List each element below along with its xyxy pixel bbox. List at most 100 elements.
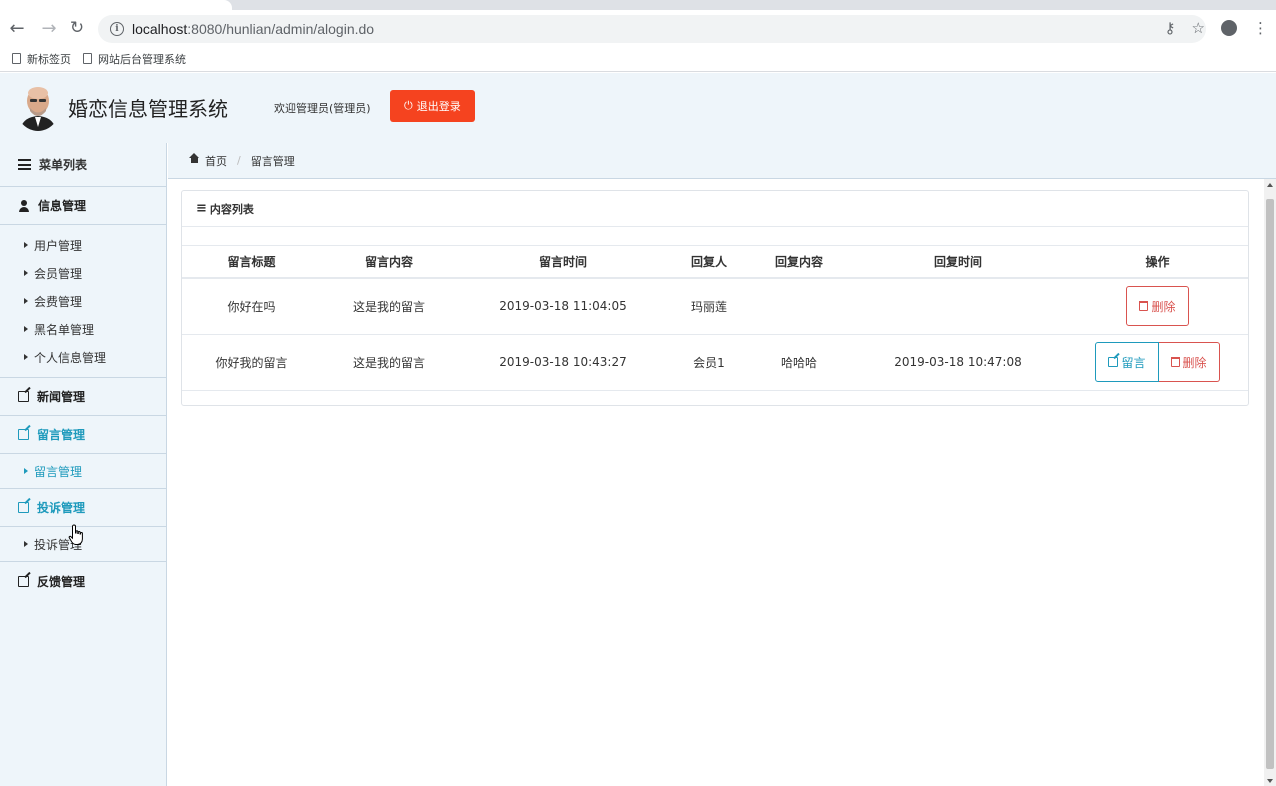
menu-lines-icon: ≡	[196, 201, 207, 216]
caret-right-icon	[24, 270, 28, 276]
group-label: 投诉管理	[37, 501, 86, 515]
url-text: localhost:8080/hunlian/admin/alogin.do	[132, 21, 374, 37]
content-panel: ≡ 内容列表 留言标题 留言内容 留言时间 回复人 回复内容 回复时间 操作 你…	[181, 190, 1249, 406]
caret-right-icon	[24, 326, 28, 332]
delete-button[interactable]: 删除	[1126, 286, 1189, 327]
caret-right-icon	[24, 298, 28, 304]
reply-button[interactable]: 留言	[1095, 342, 1159, 382]
bookmark-label: 网站后台管理系统	[98, 52, 186, 66]
star-icon[interactable]: ☆	[1192, 19, 1205, 37]
group-label: 信息管理	[38, 199, 87, 213]
cell-reply: 哈哈哈	[749, 334, 849, 391]
item-label: 留言管理	[34, 464, 83, 479]
group-label: 新闻管理	[37, 390, 86, 404]
group-label: 留言管理	[37, 428, 86, 442]
bookmark-label: 新标签页	[27, 52, 71, 66]
info-icon[interactable]: i	[110, 22, 124, 36]
item-label: 会员管理	[34, 266, 83, 281]
sidebar-sublist-info: 用户管理 会员管理 会费管理 黑名单管理 个人信息管理	[0, 225, 166, 378]
caret-right-icon	[24, 468, 28, 474]
bookmark-new-tab[interactable]: 新标签页	[12, 51, 71, 67]
page-icon	[12, 53, 21, 64]
breadcrumb-separator: /	[237, 154, 241, 167]
sidebar-group-messages[interactable]: 留言管理	[0, 416, 166, 454]
account-icon[interactable]	[1221, 20, 1237, 36]
cell-reply-time	[849, 278, 1067, 335]
sidebar: 菜单列表 信息管理 用户管理 会员管理 会费管理 黑名单管理 个人信息管理 新闻…	[0, 143, 167, 786]
forward-arrow-icon[interactable]: →	[38, 17, 60, 39]
sidebar-item-users[interactable]: 用户管理	[0, 231, 166, 259]
page-scrollbar[interactable]	[1264, 179, 1276, 786]
bookmarks-bar: 新标签页 网站后台管理系统	[0, 46, 1276, 72]
breadcrumb-home[interactable]: 首页	[205, 153, 227, 169]
sidebar-group-news[interactable]: 新闻管理	[0, 378, 166, 416]
user-icon	[18, 199, 30, 212]
panel-spacer	[182, 227, 1248, 246]
key-icon[interactable]: ⚷	[1165, 19, 1176, 37]
item-label: 会费管理	[34, 294, 83, 309]
sidebar-item-messages[interactable]: 留言管理	[0, 457, 166, 485]
browser-tab[interactable]	[0, 0, 232, 10]
back-arrow-icon[interactable]: ←	[6, 17, 28, 39]
edit-icon	[18, 502, 29, 513]
delete-button[interactable]: 删除	[1158, 342, 1220, 382]
home-icon	[189, 152, 199, 165]
cell-content: 这是我的留言	[321, 278, 457, 335]
cell-reply	[749, 278, 849, 335]
delete-label: 删除	[1182, 355, 1207, 370]
page-icon	[83, 53, 92, 64]
welcome-text: 欢迎管理员(管理员)	[274, 102, 371, 115]
hand-cursor-icon	[68, 524, 83, 545]
item-label: 用户管理	[34, 238, 83, 253]
panel-header: ≡ 内容列表	[182, 191, 1248, 227]
cell-replier: 会员1	[669, 334, 749, 391]
sidebar-item-blacklist[interactable]: 黑名单管理	[0, 315, 166, 343]
cell-time: 2019-03-18 10:43:27	[457, 334, 669, 391]
item-label: 黑名单管理	[34, 322, 95, 337]
sidebar-item-fees[interactable]: 会费管理	[0, 287, 166, 315]
sidebar-item-members[interactable]: 会员管理	[0, 259, 166, 287]
sidebar-group-feedback[interactable]: 反馈管理	[0, 562, 166, 600]
group-label: 反馈管理	[37, 574, 86, 589]
logout-button[interactable]: ⏻ 退出登录	[390, 90, 475, 122]
column-header: 操作	[1067, 246, 1248, 279]
edit-icon	[18, 575, 29, 587]
messages-table: 留言标题 留言内容 留言时间 回复人 回复内容 回复时间 操作 你好在吗 这是我…	[182, 246, 1248, 391]
url-host: localhost	[132, 21, 188, 37]
caret-right-icon	[24, 242, 28, 248]
sidebar-group-complaints[interactable]: 投诉管理	[0, 489, 166, 527]
menu-title: 菜单列表	[0, 143, 166, 187]
breadcrumb: 首页 / 留言管理	[168, 143, 1276, 179]
url-path: :8080/hunlian/admin/alogin.do	[187, 21, 375, 37]
address-bar[interactable]: i localhost:8080/hunlian/admin/alogin.do	[98, 15, 1206, 43]
scroll-thumb[interactable]	[1266, 199, 1274, 769]
cell-title: 你好在吗	[182, 278, 321, 335]
column-header: 回复人	[669, 246, 749, 279]
edit-icon	[18, 429, 29, 440]
sidebar-item-profile[interactable]: 个人信息管理	[0, 343, 166, 371]
power-icon: ⏻	[404, 99, 413, 112]
reply-label: 留言	[1121, 355, 1146, 370]
reload-icon[interactable]: ↻	[66, 17, 88, 39]
item-label: 个人信息管理	[34, 350, 107, 365]
trash-icon	[1170, 357, 1180, 367]
browser-tabstrip	[0, 0, 1276, 10]
bookmark-admin[interactable]: 网站后台管理系统	[83, 51, 186, 67]
trash-icon	[1139, 301, 1149, 312]
column-header: 回复内容	[749, 246, 849, 279]
edit-icon	[1108, 357, 1119, 367]
column-header: 回复时间	[849, 246, 1067, 279]
sidebar-group-info[interactable]: 信息管理	[0, 187, 166, 225]
scroll-up-arrow-icon[interactable]	[1267, 183, 1273, 187]
scroll-down-arrow-icon[interactable]	[1267, 779, 1273, 783]
cell-content: 这是我的留言	[321, 334, 457, 391]
app-header: 婚恋信息管理系统 欢迎管理员(管理员) ⏻ 退出登录	[0, 73, 1276, 143]
cell-replier: 玛丽莲	[669, 278, 749, 335]
cell-actions: 删除	[1067, 278, 1248, 335]
cell-actions: 留言 删除	[1067, 334, 1248, 391]
table-row: 你好我的留言 这是我的留言 2019-03-18 10:43:27 会员1 哈哈…	[182, 334, 1248, 391]
avatar	[16, 83, 60, 131]
more-menu-icon[interactable]: ⋮	[1253, 19, 1268, 37]
caret-right-icon	[24, 354, 28, 360]
browser-toolbar: ← → ↻ i localhost:8080/hunlian/admin/alo…	[0, 10, 1276, 46]
